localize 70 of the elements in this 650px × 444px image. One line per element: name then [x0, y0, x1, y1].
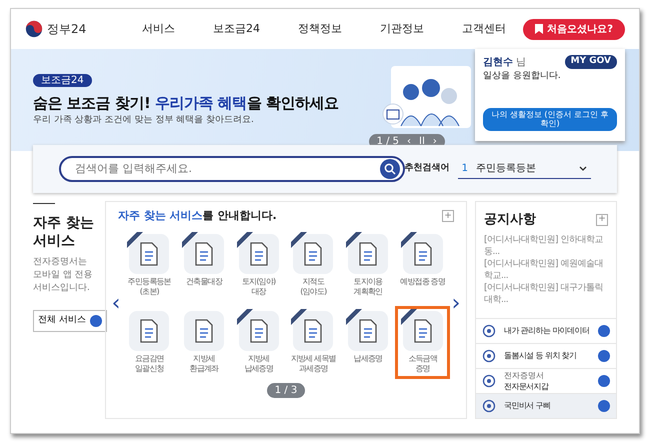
document-icon: [192, 242, 215, 266]
document-icon: [248, 318, 270, 342]
document-icon: [192, 318, 215, 342]
document-icon: [412, 318, 434, 342]
more-button[interactable]: +: [596, 214, 608, 226]
my-gov-button[interactable]: MY GOV: [564, 55, 617, 68]
search-icon: [384, 163, 396, 175]
search-button[interactable]: [380, 159, 400, 179]
pause-button[interactable]: II: [419, 134, 425, 149]
chevron-down-icon: [579, 166, 587, 172]
user-name: 김현수: [483, 57, 513, 68]
next-button[interactable]: ›: [432, 134, 437, 149]
nav-link[interactable]: 보조금24: [213, 20, 260, 38]
document-icon: [412, 242, 434, 266]
service-tile[interactable]: 지방세 납세증명: [231, 306, 286, 378]
section-description: 전자증명서는 모바일 앱 전용 서비스입니다.: [33, 256, 94, 294]
service-tile[interactable]: 납세증명: [340, 306, 396, 378]
search-bar[interactable]: 검색어를 입력해주세요.: [59, 156, 405, 182]
nav-link[interactable]: 고객센터: [462, 20, 506, 38]
service-tile[interactable]: 소득금액 증명: [395, 306, 450, 378]
service-tile[interactable]: 토지이용 계획확인: [340, 228, 396, 302]
banner-headline: 숨은 보조금 찾기! 우리가족 혜택을 확인하세요: [33, 92, 338, 114]
notice-item[interactable]: [어디서나대학민원] 인하대학교 동...: [484, 234, 608, 258]
nav-link[interactable]: 기관정보: [380, 20, 424, 38]
honorific: 님: [516, 57, 526, 68]
service-tile[interactable]: 지적도 (임야도): [286, 228, 341, 302]
recommend-label: 추천검색어: [404, 162, 450, 176]
link-icon: [482, 399, 496, 413]
service-tile[interactable]: 지방세 환급계좌: [176, 306, 232, 378]
life-info-button[interactable]: 나의 생활정보 (인증서 로그인 후 확인): [483, 108, 617, 131]
document-icon: [302, 242, 324, 266]
bookmark-icon: [535, 24, 544, 34]
service-tile[interactable]: 예방접종 증명: [395, 228, 450, 302]
service-tile[interactable]: 건축물대장: [176, 228, 232, 302]
nav-link[interactable]: 서비스: [142, 20, 175, 38]
first-visit-button[interactable]: 처음오셨나요?: [523, 18, 625, 40]
category-badge: 보조금24: [33, 74, 92, 86]
page-indicator: 1 / 3: [266, 382, 306, 398]
section-title: 자주 찾는 서비스: [33, 214, 95, 250]
document-icon: [248, 242, 270, 266]
link-icon: [482, 374, 496, 388]
services-heading: 자주 찾는 서비스를 안내합니다.: [118, 208, 277, 224]
document-icon: [356, 318, 379, 342]
slide-counter: 1 / 5: [376, 135, 400, 149]
service-tile[interactable]: 요금감면 일괄신청: [122, 306, 177, 378]
more-button[interactable]: +: [442, 210, 454, 222]
logo-icon: [25, 20, 43, 38]
recommend-dropdown[interactable]: 1 주민등록등본: [458, 159, 591, 179]
service-tile[interactable]: 토지(임야) 대장: [231, 228, 286, 302]
nav-link[interactable]: 정책정보: [298, 20, 342, 38]
document-icon: [302, 318, 324, 342]
notice-item[interactable]: [어디서나대학민원] 예원예술대학교...: [484, 258, 608, 282]
notice-title: 공지사항: [484, 211, 536, 229]
document-icon: [138, 318, 160, 342]
service-tile[interactable]: 지방세 세목별 과세증명: [286, 306, 341, 378]
notice-item[interactable]: [어디서나대학민원] 대구가톨릭대학...: [484, 282, 608, 306]
previous-button[interactable]: ‹: [407, 134, 412, 149]
link-icon: [482, 324, 496, 338]
quick-link[interactable]: 내가 관리하는 마이데이터: [476, 318, 616, 343]
document-icon: [356, 242, 379, 266]
search-field[interactable]: 검색어를 입력해주세요.: [73, 160, 380, 178]
logo-text[interactable]: 정부24: [47, 20, 86, 38]
quick-link[interactable]: 돌봄시설 등 위치 찾기: [476, 343, 616, 368]
banner-subtitle: 우리 가족 상황과 조건에 맞는 정부 혜택을 찾아드려요.: [33, 114, 255, 127]
service-tile[interactable]: 주민등록등본 (초본): [122, 228, 177, 302]
document-icon: [138, 242, 160, 266]
greeting-text: 일상을 응원합니다.: [483, 70, 562, 83]
quick-link[interactable]: 국민비서 구삐: [476, 393, 616, 418]
link-icon: [482, 349, 496, 363]
all-services-button[interactable]: 전체 서비스: [33, 310, 107, 332]
